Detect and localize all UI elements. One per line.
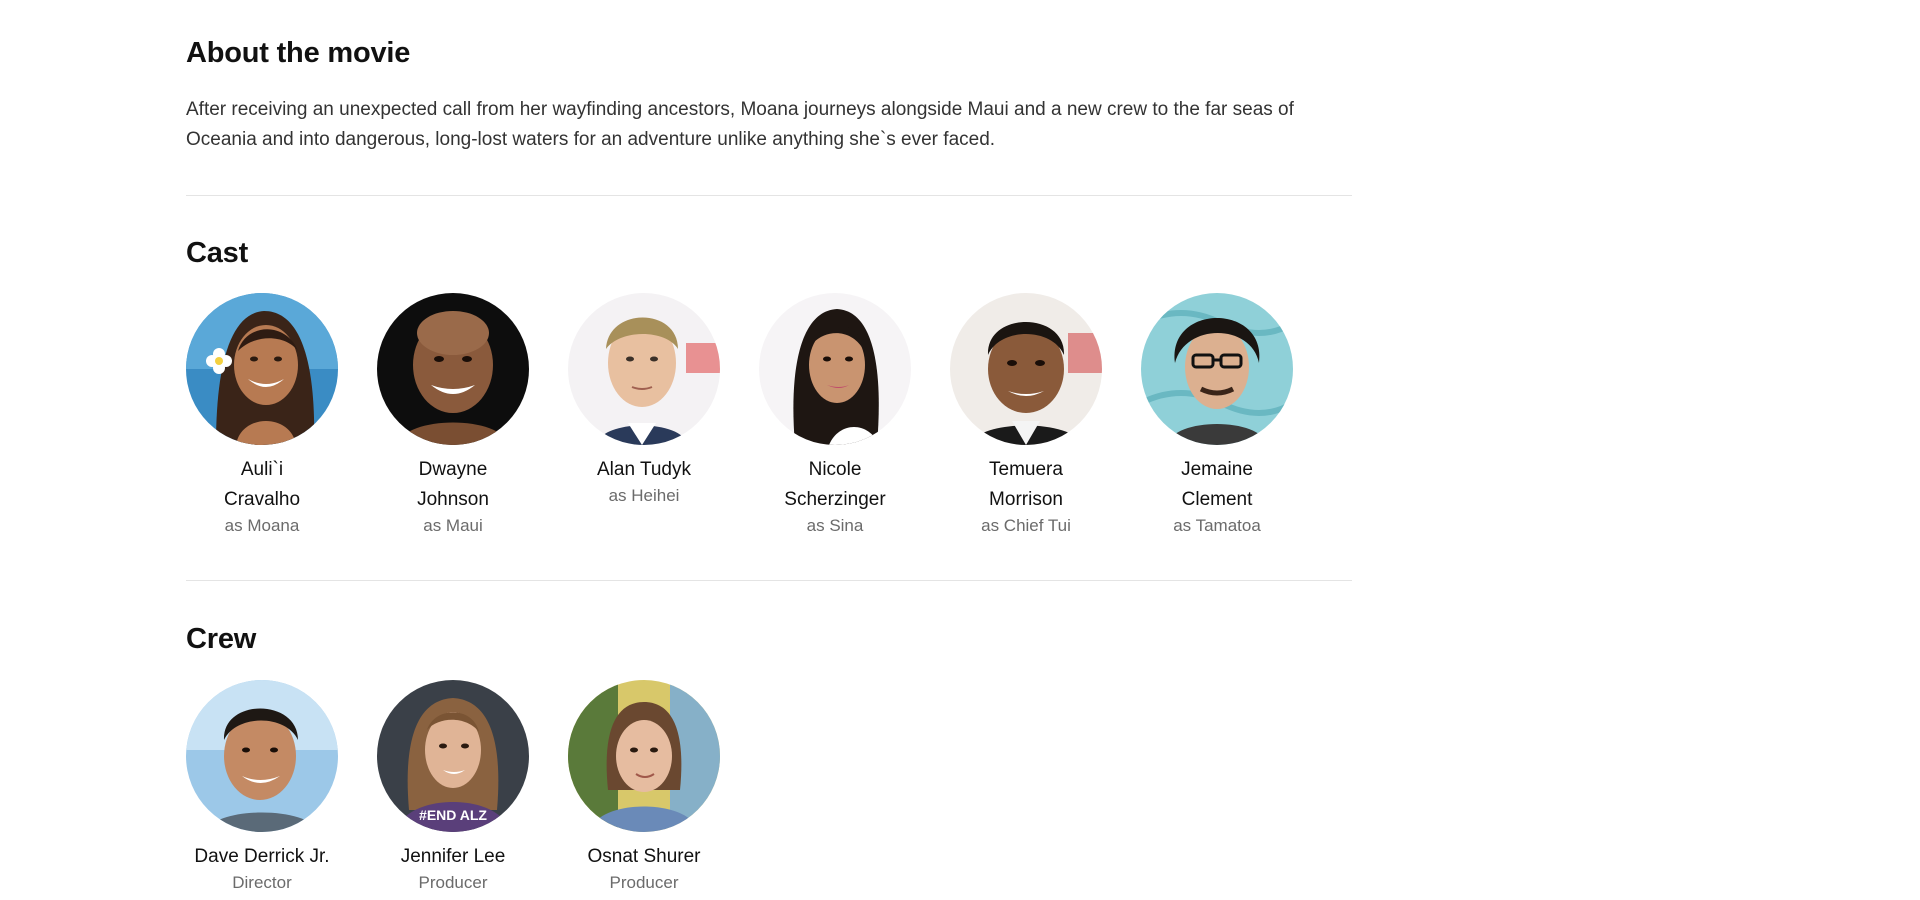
crew-list: Dave Derrick Jr. Director #END ALZ Jenni… xyxy=(186,680,759,894)
person-name: Temuera Morrison xyxy=(989,459,1063,510)
person-role: Producer xyxy=(609,873,679,892)
person-name: Dwayne Johnson xyxy=(417,459,489,510)
avatar[interactable]: #END ALZ xyxy=(377,680,529,832)
avatar[interactable] xyxy=(186,680,338,832)
movie-description: After receiving an unexpected call from … xyxy=(186,99,1294,150)
person-name: Dave Derrick Jr. xyxy=(194,846,330,867)
person-role: as Maui xyxy=(423,516,483,535)
section-divider xyxy=(186,195,1352,196)
person-role: as Heihei xyxy=(608,486,680,505)
avatar[interactable] xyxy=(568,680,720,832)
person-name: Nicole Scherzinger xyxy=(784,459,886,510)
person-role: Director xyxy=(232,873,292,892)
avatar[interactable] xyxy=(377,293,529,445)
crew-member[interactable]: Dave Derrick Jr. Director xyxy=(186,680,338,894)
cast-member[interactable]: Dwayne Johnson as Maui xyxy=(377,293,529,537)
cast-member[interactable]: Nicole Scherzinger as Sina xyxy=(759,293,911,537)
crew-member[interactable]: Osnat Shurer Producer xyxy=(568,680,720,894)
person-name: Alan Tudyk xyxy=(597,459,691,480)
avatar[interactable] xyxy=(1141,293,1293,445)
avatar[interactable] xyxy=(568,293,720,445)
cast-heading: Cast xyxy=(186,237,249,269)
avatar[interactable] xyxy=(950,293,1102,445)
avatar[interactable] xyxy=(759,293,911,445)
about-heading: About the movie xyxy=(186,37,411,69)
cast-member[interactable]: Temuera Morrison as Chief Tui xyxy=(950,293,1102,537)
crew-member[interactable]: #END ALZ Jennifer Lee Producer xyxy=(377,680,529,894)
person-role: Producer xyxy=(418,873,488,892)
cast-member[interactable]: Auli`i Cravalho as Moana xyxy=(186,293,338,537)
person-role: as Chief Tui xyxy=(981,516,1071,535)
person-role: as Tamatoa xyxy=(1173,516,1261,535)
avatar[interactable] xyxy=(186,293,338,445)
cast-list: Auli`i Cravalho as Moana Dwayne Johnson … xyxy=(186,293,1332,537)
cast-member[interactable]: Alan Tudyk as Heihei xyxy=(568,293,720,537)
person-name: Jennifer Lee xyxy=(400,846,506,867)
person-name: Auli`i Cravalho xyxy=(223,459,301,510)
person-name: Osnat Shurer xyxy=(587,846,701,867)
person-name: Jemaine Clement xyxy=(1181,459,1253,510)
crew-heading: Crew xyxy=(186,623,257,655)
person-role: as Moana xyxy=(224,516,300,535)
section-divider xyxy=(186,580,1352,581)
cast-member[interactable]: Jemaine Clement as Tamatoa xyxy=(1141,293,1293,537)
shirt-text: #END ALZ xyxy=(419,807,487,823)
person-role: as Sina xyxy=(806,516,864,535)
